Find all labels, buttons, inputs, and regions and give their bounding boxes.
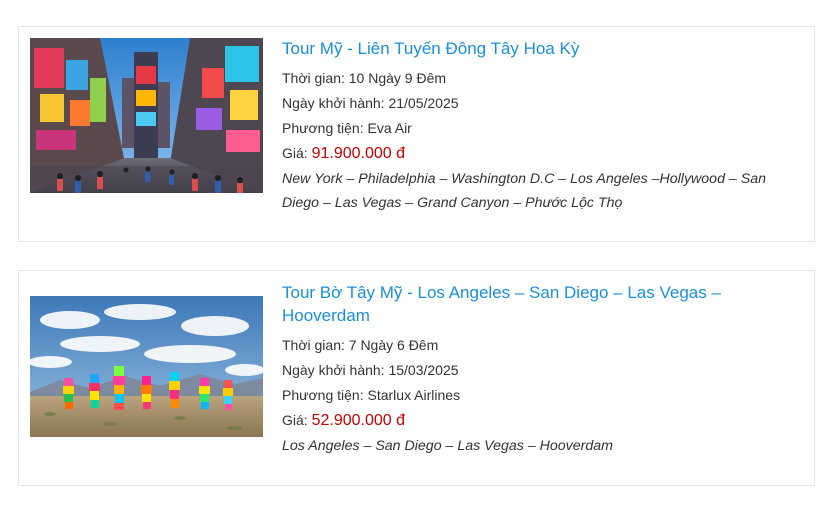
price-value: 91.900.000 đ — [311, 145, 405, 162]
tour-duration: Thời gian: 10 Ngày 9 Đêm — [282, 70, 447, 86]
tour-title-link[interactable]: Tour Mỹ - Liên Tuyến Đông Tây Hoa Kỳ — [282, 37, 802, 60]
tour-image-seven-magic-mountains[interactable] — [30, 296, 263, 437]
tour-list: Tour Mỹ - Liên Tuyến Đông Tây Hoa Kỳ Thờ… — [0, 0, 838, 515]
price-value: 52.900.000 đ — [311, 412, 405, 429]
tour-transport: Phương tiện: Eva Air — [282, 120, 412, 136]
tour-transport: Phương tiện: Starlux Airlines — [282, 387, 461, 403]
tour-card: Tour Bờ Tây Mỹ - Los Angeles – San Diego… — [18, 270, 815, 486]
tour-info: Tour Bờ Tây Mỹ - Los Angeles – San Diego… — [282, 281, 802, 458]
tour-duration: Thời gian: 7 Ngày 6 Đêm — [282, 337, 439, 353]
tour-price-line: Giá: 52.900.000 đ — [282, 408, 802, 433]
tour-card: Tour Mỹ - Liên Tuyến Đông Tây Hoa Kỳ Thờ… — [18, 26, 815, 242]
tour-title-link[interactable]: Tour Bờ Tây Mỹ - Los Angeles – San Diego… — [282, 281, 802, 327]
price-label: Giá: — [282, 412, 308, 428]
tour-image-times-square[interactable] — [30, 38, 263, 193]
tour-price-line: Giá: 91.900.000 đ — [282, 141, 802, 166]
tour-info: Tour Mỹ - Liên Tuyến Đông Tây Hoa Kỳ Thờ… — [282, 37, 802, 215]
tour-route: Los Angeles – San Diego – Las Vegas – Ho… — [282, 438, 613, 454]
tour-route: New York – Philadelphia – Washington D.C… — [282, 171, 766, 211]
tour-departure-date: Ngày khởi hành: 21/05/2025 — [282, 95, 459, 111]
price-label: Giá: — [282, 145, 308, 161]
tour-departure-date: Ngày khởi hành: 15/03/2025 — [282, 362, 459, 378]
